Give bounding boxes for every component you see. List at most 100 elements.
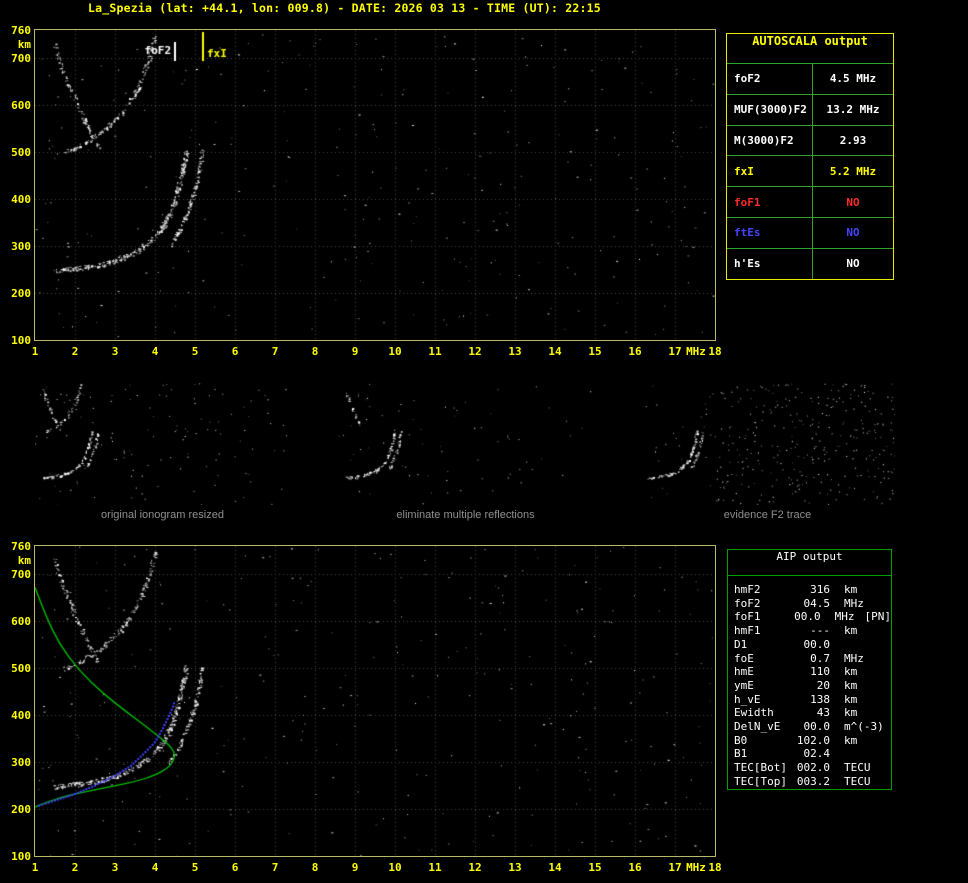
x-tick-label: 11 bbox=[428, 345, 442, 358]
aip-row: B0 102.0 km bbox=[728, 734, 891, 748]
x-tick-label: 9 bbox=[351, 861, 359, 874]
autoscala-parameter-label: fxI bbox=[727, 156, 813, 187]
x-tick-label: 14 bbox=[548, 861, 562, 874]
y-tick-label: 760 bbox=[11, 24, 31, 37]
aip-parameter-name: h_vE bbox=[734, 692, 761, 706]
x-tick-label: 15 bbox=[588, 345, 602, 358]
x-tick-label: 9 bbox=[351, 345, 359, 358]
autoscala-row: M(3000)F2 2.93 bbox=[727, 124, 893, 156]
autoscala-row: fxI 5.2 MHz bbox=[727, 155, 893, 187]
aip-parameter-value: 110 bbox=[810, 665, 830, 679]
aip-parameter-name: foF2 bbox=[734, 596, 761, 610]
y-tick-label: 500 bbox=[11, 662, 31, 676]
aip-row: DelN_vE 00.0 m^(-3) bbox=[728, 720, 891, 734]
aip-row: foF1 00.0 MHz [PN] bbox=[728, 610, 891, 624]
x-tick-label: 6 bbox=[231, 861, 239, 874]
aip-parameter-name: hmE bbox=[734, 665, 754, 679]
x-tick-label: 10 bbox=[388, 861, 402, 874]
autoscala-output-title: AUTOSCALA output bbox=[752, 34, 868, 48]
aip-output-title: AIP output bbox=[728, 550, 891, 576]
x-tick-label: 12 bbox=[468, 861, 482, 874]
ionogram-canvas-top bbox=[34, 29, 716, 341]
y-tick-label: 760 bbox=[11, 540, 31, 553]
y-tick-label: 700 bbox=[11, 568, 31, 582]
x-tick-label: 13 bbox=[508, 345, 522, 358]
aip-parameter-name: ymE bbox=[734, 678, 754, 692]
aip-parameter-value: 003.2 bbox=[796, 774, 830, 788]
aip-parameter-unit: km bbox=[844, 706, 858, 720]
aip-row: h_vE 138 km bbox=[728, 693, 891, 707]
aip-parameter-value: 00.0 bbox=[803, 637, 831, 651]
y-tick-label: 400 bbox=[11, 709, 31, 723]
x-tick-label: 3 bbox=[111, 861, 119, 874]
aip-row: ymE 20 km bbox=[728, 679, 891, 693]
aip-parameter-unit: km bbox=[844, 665, 858, 679]
aip-parameter-value: 002.0 bbox=[796, 761, 830, 775]
autoscala-row: ftEs NO bbox=[727, 216, 893, 248]
aip-parameter-unit: MHz bbox=[834, 610, 855, 624]
aip-parameter-unit: m^(-3) bbox=[844, 720, 884, 734]
autoscala-parameter-label: MUF(3000)F2 bbox=[727, 94, 813, 125]
x-tick-label: 5 bbox=[191, 861, 199, 874]
x-tick-label: 4 bbox=[151, 861, 159, 874]
aip-parameter-name: TEC[Top] bbox=[734, 774, 787, 788]
x-axis-unit-label: MHz bbox=[686, 345, 706, 358]
x-tick-label: 6 bbox=[231, 345, 239, 358]
aip-parameter-unit: km bbox=[844, 692, 858, 706]
aip-output-rows: hmF2 316 km foF2 04.5 MHz foF1 00.0 MHz [PN] hmF1-… bbox=[728, 576, 891, 789]
y-axis-unit-label: km bbox=[17, 38, 31, 51]
x-tick-label: 8 bbox=[311, 345, 319, 358]
aip-parameter-value: --- bbox=[810, 624, 830, 638]
aip-parameter-unit: TECU bbox=[844, 761, 871, 775]
aip-row: TEC[Bot] 002.0 TECU bbox=[728, 761, 891, 775]
aip-parameter-unit: km bbox=[844, 733, 858, 747]
aip-row: Ewidth 43 km bbox=[728, 706, 891, 720]
autoscala-parameter-label: foF2 bbox=[727, 64, 813, 94]
autoscala-row: h'Es NO bbox=[727, 247, 893, 279]
aip-output-panel: AIP output hmF2 316 km foF2 04.5 MHz foF1 00.0 M… bbox=[727, 549, 892, 790]
aip-parameter-unit: MHz bbox=[844, 596, 864, 610]
aip-parameter-unit: MHz bbox=[844, 651, 864, 665]
x-tick-label: 7 bbox=[271, 861, 279, 874]
autoscala-parameter-value: 5.2 MHz bbox=[829, 164, 877, 178]
x-tick-label: 16 bbox=[628, 861, 642, 874]
y-tick-label: 300 bbox=[11, 240, 31, 254]
autoscala-parameter-label: h'Es bbox=[727, 248, 813, 279]
x-tick-label: 4 bbox=[151, 345, 159, 358]
aip-parameter-extra: [PN] bbox=[864, 610, 892, 624]
aip-parameter-value: 43 bbox=[816, 706, 830, 720]
aip-parameter-value: 20 bbox=[816, 678, 830, 692]
y-tick-label: 700 bbox=[11, 52, 31, 66]
autoscala-parameter-value: 4.5 MHz bbox=[829, 72, 877, 86]
y-tick-label: 600 bbox=[11, 615, 31, 629]
window-title: La_Spezia (lat: +44.1, lon: 009.8) - DAT… bbox=[88, 1, 601, 15]
aip-row: D1 00.0 bbox=[728, 638, 891, 652]
aip-row: hmF2 316 km bbox=[728, 583, 891, 597]
aip-parameter-unit: TECU bbox=[844, 774, 871, 788]
autoscala-parameter-value: NO bbox=[846, 195, 860, 209]
thumbnail-evidence-f2-trace bbox=[640, 383, 895, 505]
autoscala-parameter-label: M(3000)F2 bbox=[727, 125, 813, 156]
autoscala-parameter-label: foF1 bbox=[727, 187, 813, 217]
aip-row: hmE 110 km bbox=[728, 665, 891, 679]
aip-row: foE 0.7 MHz bbox=[728, 652, 891, 666]
thumbnail-caption-original: original ionogram resized bbox=[101, 509, 224, 521]
aip-parameter-name: B0 bbox=[734, 733, 748, 747]
aip-parameter-value: 00.0 bbox=[794, 610, 821, 624]
x-tick-label: 11 bbox=[428, 861, 442, 874]
ionogram-canvas-bottom bbox=[34, 545, 716, 857]
aip-row: foF2 04.5 MHz bbox=[728, 597, 891, 611]
y-tick-label: 300 bbox=[11, 756, 31, 770]
aip-parameter-name: B1 bbox=[734, 747, 748, 761]
autoscala-parameter-value: NO bbox=[846, 226, 860, 240]
x-tick-label: 5 bbox=[191, 345, 199, 358]
aip-parameter-name: foF1 bbox=[734, 610, 761, 624]
aip-parameter-name: TEC[Bot] bbox=[734, 761, 787, 775]
aip-parameter-name: DelN_vE bbox=[734, 720, 781, 734]
aip-parameter-value: 02.4 bbox=[803, 747, 831, 761]
autoscala-parameter-value: NO bbox=[846, 257, 860, 271]
aip-row: hmF1 --- km bbox=[728, 624, 891, 638]
aip-parameter-name: D1 bbox=[734, 637, 748, 651]
x-tick-label: 15 bbox=[588, 861, 602, 874]
x-tick-label: 14 bbox=[548, 345, 562, 358]
